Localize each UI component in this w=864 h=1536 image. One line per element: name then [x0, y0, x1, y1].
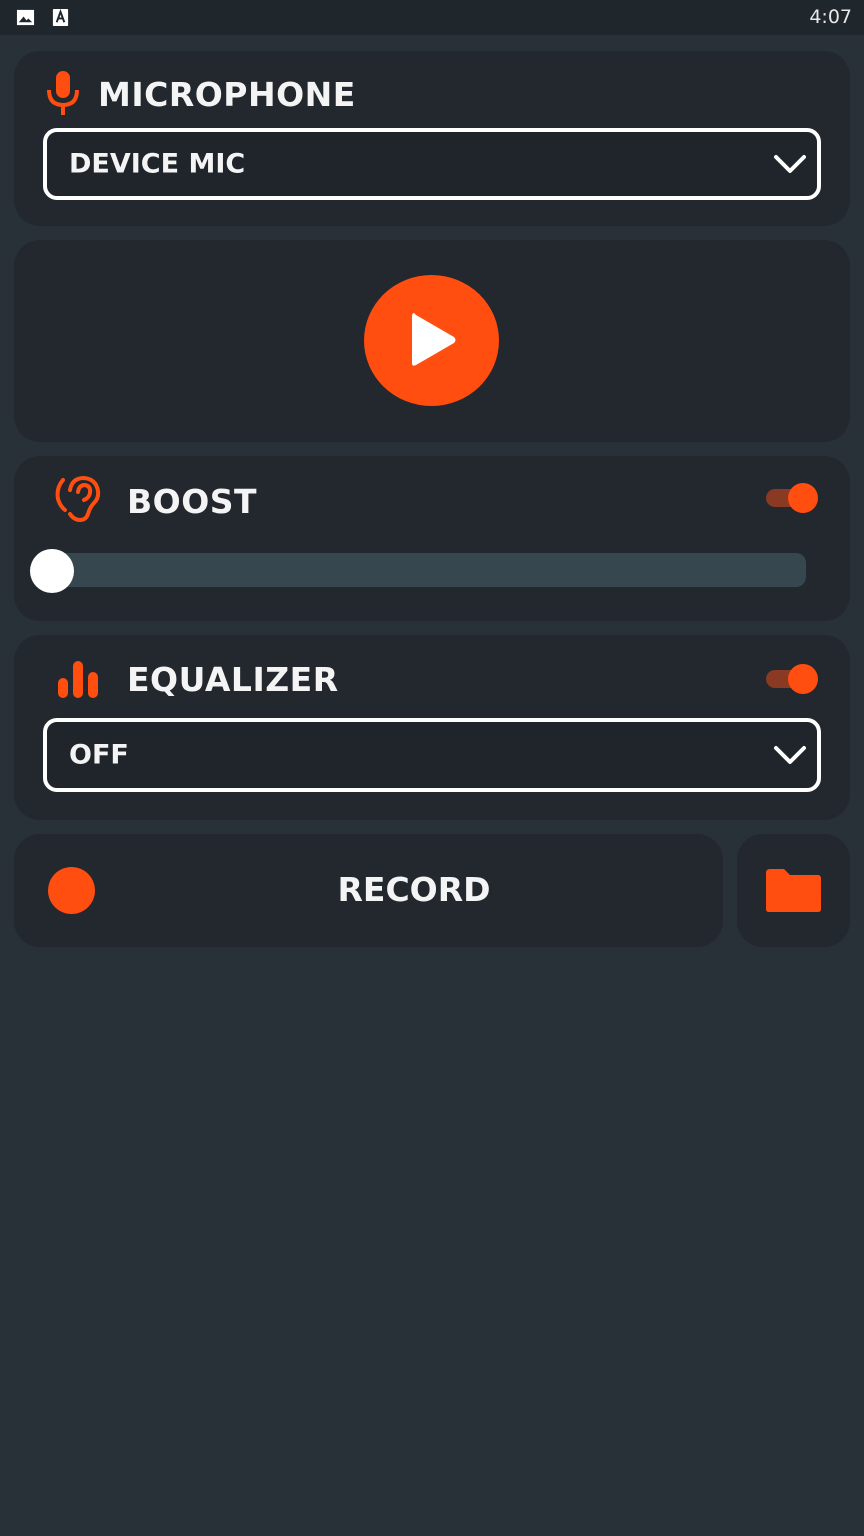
- toggle-thumb: [788, 664, 818, 694]
- record-label: RECORD: [337, 870, 491, 909]
- play-icon: [412, 313, 456, 366]
- microphone-title: MICROPHONE: [98, 75, 356, 114]
- boost-slider[interactable]: [30, 548, 808, 593]
- slider-thumb[interactable]: [30, 549, 74, 593]
- ear-icon: [55, 475, 101, 523]
- slider-track: [50, 553, 806, 587]
- folder-icon: [766, 869, 821, 912]
- chevron-down-icon: [774, 746, 806, 764]
- boost-title: BOOST: [127, 482, 258, 521]
- equalizer-bars-icon: [58, 661, 98, 698]
- play-button[interactable]: [364, 275, 499, 406]
- toggle-thumb: [788, 483, 818, 513]
- equalizer-title: EQUALIZER: [127, 660, 339, 699]
- font-a-icon: [52, 8, 69, 27]
- equalizer-preset-value: OFF: [69, 739, 129, 771]
- gallery-icon: [16, 9, 35, 26]
- boost-card: [14, 456, 850, 621]
- status-bar: 4:07: [0, 0, 864, 35]
- microphone-source-value: DEVICE MIC: [69, 148, 246, 180]
- boost-toggle[interactable]: [766, 483, 818, 513]
- folder-button[interactable]: [737, 834, 850, 947]
- microphone-source-dropdown[interactable]: DEVICE MIC: [43, 128, 821, 200]
- chevron-down-icon: [774, 155, 806, 173]
- equalizer-preset-dropdown[interactable]: OFF: [43, 718, 821, 792]
- microphone-icon: [47, 71, 79, 115]
- status-time: 4:07: [809, 6, 852, 28]
- equalizer-toggle[interactable]: [766, 664, 818, 694]
